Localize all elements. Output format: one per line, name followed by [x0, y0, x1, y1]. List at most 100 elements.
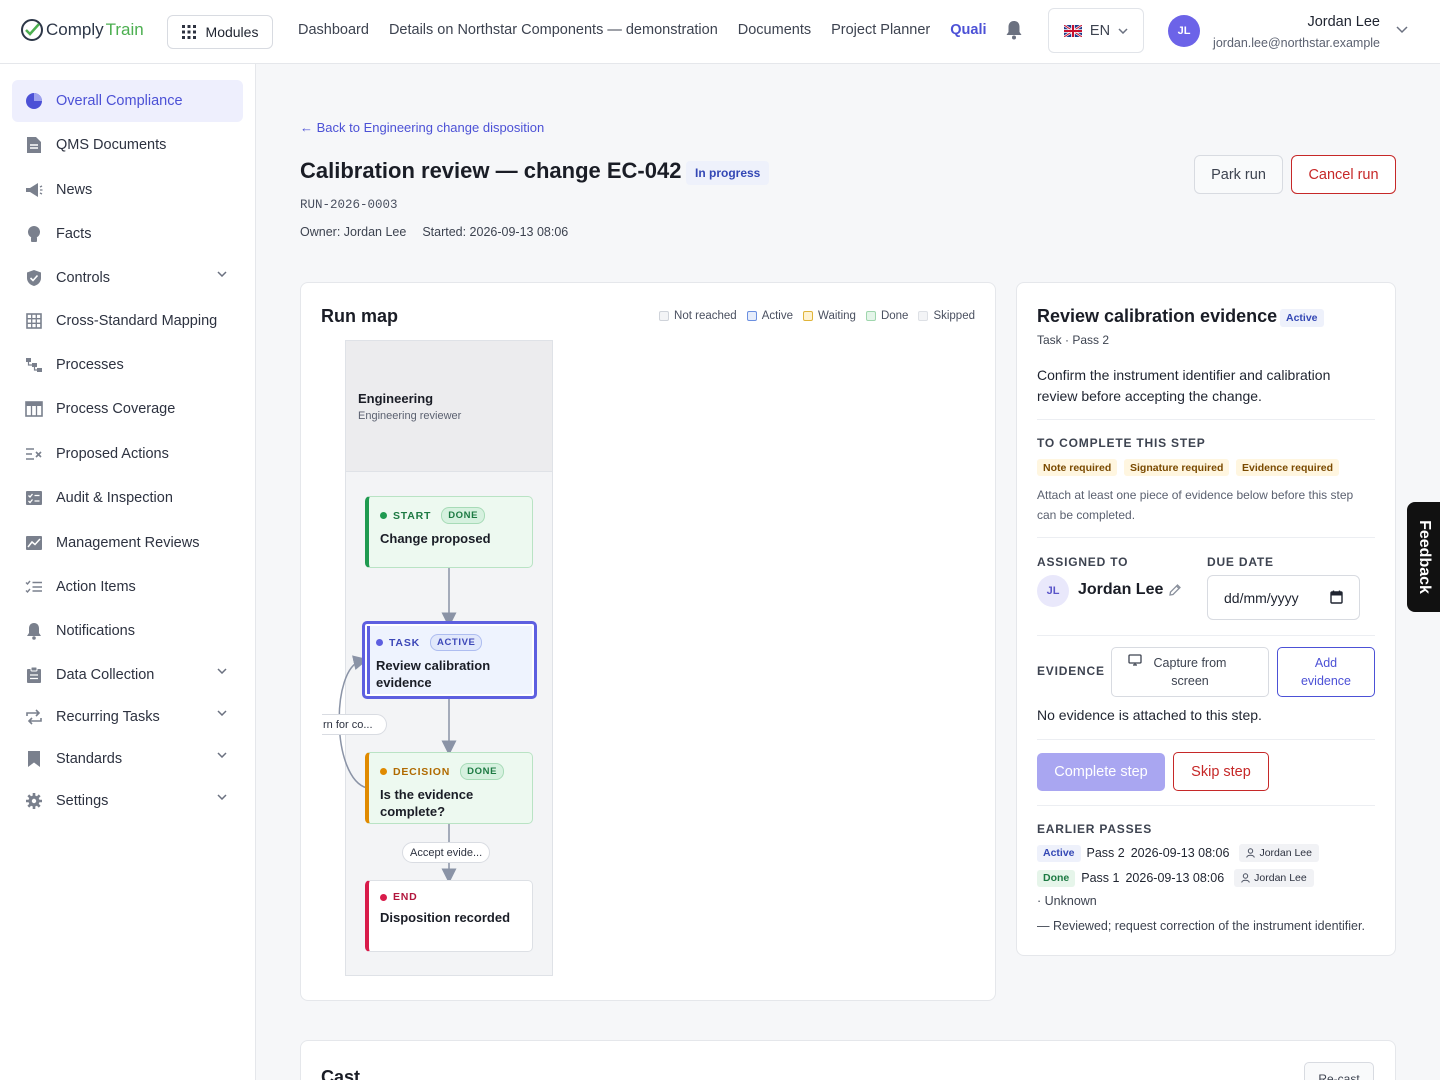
language-label: EN: [1089, 22, 1111, 39]
no-evidence-text: No evidence is attached to this step.: [1037, 707, 1262, 723]
uk-flag-icon: [1063, 24, 1082, 37]
to-complete-heading: TO COMPLETE THIS STEP: [1037, 436, 1206, 450]
pass-user-name: Jordan Lee: [1259, 847, 1312, 859]
calendar-icon[interactable]: [1330, 590, 1343, 604]
sidebar-item-settings[interactable]: Settings: [12, 780, 243, 822]
list-x-icon: [24, 444, 44, 464]
node-status-dot: [380, 512, 387, 519]
feedback-tab[interactable]: Feedback: [1407, 502, 1440, 612]
sidebar-item-label: Overall Compliance: [56, 93, 183, 109]
sidebar-item-process-coverage[interactable]: Process Coverage: [12, 388, 243, 430]
sidebar-item-recurring-tasks[interactable]: Recurring Tasks: [12, 696, 243, 738]
add-evidence-button[interactable]: Add evidence: [1277, 647, 1375, 697]
sidebar-item-label: Controls: [56, 270, 110, 286]
node-label: Review calibration evidence: [376, 658, 491, 690]
pass-time: 2026-09-13 08:06: [1125, 871, 1225, 885]
nav-project-details[interactable]: Details on Northstar Components — demons…: [389, 22, 718, 38]
sidebar-item-label: Standards: [56, 751, 123, 767]
node-kind-label: TASK: [389, 636, 421, 649]
sidebar-item-label: QMS Documents: [56, 137, 167, 153]
step-detail-card: Review calibration evidence Active Task …: [1016, 282, 1396, 956]
complete-step-button[interactable]: Complete step: [1037, 753, 1165, 791]
legend-label: Skipped: [933, 310, 975, 322]
flow-node-end[interactable]: END Disposition recorded: [365, 880, 533, 952]
sidebar-item-news[interactable]: News: [12, 169, 243, 211]
modules-button[interactable]: Modules: [167, 15, 273, 49]
flow-node-decision[interactable]: DECISION DONE Is the evidence complete?: [365, 752, 533, 824]
flow-node-start[interactable]: START DONE Change proposed: [365, 496, 533, 568]
legend-label: Active: [761, 310, 794, 322]
pass-number: Pass 1: [1081, 871, 1120, 885]
assignee-name: Jordan Lee: [1078, 581, 1164, 598]
sidebar-item-standards[interactable]: Standards: [12, 738, 243, 780]
sidebar-item-cross-standard-mapping[interactable]: Cross-Standard Mapping: [12, 300, 243, 342]
sidebar-item-controls[interactable]: Controls: [12, 257, 243, 299]
node-kind: TASK ACTIVE: [376, 634, 524, 651]
node-status-dot: [376, 639, 383, 646]
logo-text-part1: Comply: [46, 20, 104, 39]
sidebar-item-notifications[interactable]: Notifications: [12, 610, 243, 652]
notification-bell-icon[interactable]: [1005, 20, 1023, 40]
sidebar-item-label: News: [56, 182, 93, 198]
requirement-note: Attach at least one piece of evidence be…: [1037, 488, 1354, 522]
due-date-input[interactable]: dd/mm/yyyy: [1207, 575, 1360, 620]
edge-label-return[interactable]: rn for co...: [322, 714, 387, 735]
logo-check-icon: [21, 19, 43, 41]
sidebar-item-management-reviews[interactable]: Management Reviews: [12, 522, 243, 564]
sidebar-item-qms-documents[interactable]: QMS Documents: [12, 124, 243, 166]
recast-button[interactable]: Re-cast: [1304, 1062, 1374, 1080]
user-avatar[interactable]: JL: [1168, 15, 1200, 47]
legend-skipped: Skipped: [918, 310, 975, 322]
node-status-dot: [380, 768, 387, 775]
skip-step-button[interactable]: Skip step: [1173, 752, 1269, 791]
sidebar-item-label: Process Coverage: [56, 401, 176, 417]
flow-icon: [24, 355, 44, 375]
legend-label: Not reached: [674, 310, 737, 322]
table-icon: [24, 399, 44, 419]
pass-comment: — Reviewed; request correction of the in…: [1037, 919, 1365, 933]
nav-dashboard[interactable]: Dashboard: [298, 22, 369, 38]
park-run-button[interactable]: Park run: [1194, 155, 1283, 194]
nav-quality[interactable]: Quali: [950, 22, 986, 38]
sidebar-item-overall-compliance[interactable]: Overall Compliance: [12, 80, 243, 122]
legend-label: Waiting: [818, 310, 856, 322]
pencil-icon[interactable]: [1168, 583, 1182, 597]
user-menu-chevron-icon[interactable]: [1396, 26, 1408, 34]
user-email: jordan.lee@northstar.example: [1213, 36, 1380, 50]
sidebar-item-label: Action Items: [56, 579, 136, 595]
chevron-down-icon: [217, 668, 227, 674]
cast-card: Cast Re-cast: [300, 1040, 1396, 1080]
node-status-pill: DONE: [441, 507, 486, 524]
language-select[interactable]: EN: [1048, 8, 1144, 53]
capture-from-screen-button[interactable]: Capture from screen: [1111, 647, 1269, 697]
node-label: Disposition recorded: [380, 910, 511, 925]
assigned-to-heading: ASSIGNED TO: [1037, 555, 1129, 569]
assignee-avatar: JL: [1037, 575, 1069, 607]
flow-node-task-active[interactable]: TASK ACTIVE Review calibration evidence: [362, 621, 537, 699]
sidebar-item-data-collection[interactable]: Data Collection: [12, 654, 243, 696]
cancel-run-button[interactable]: Cancel run: [1291, 155, 1396, 194]
legend-not-reached: Not reached: [659, 310, 737, 322]
sidebar-item-action-items[interactable]: Action Items: [12, 566, 243, 608]
megaphone-icon: [24, 180, 44, 200]
back-link[interactable]: ← Back to Engineering change disposition: [300, 120, 544, 135]
pass-row: Done Pass 1 2026-09-13 08:06 Jordan Lee: [1037, 869, 1314, 887]
sidebar-item-processes[interactable]: Processes: [12, 344, 243, 386]
sidebar-item-facts[interactable]: Facts: [12, 213, 243, 255]
logo[interactable]: Comply Train: [20, 18, 144, 42]
legend-swatch: [803, 311, 814, 321]
legend-swatch: [659, 311, 670, 321]
divider: [1037, 739, 1375, 740]
legend-swatch: [865, 311, 876, 321]
nav-documents[interactable]: Documents: [738, 22, 811, 38]
user-name[interactable]: Jordan Lee: [1307, 14, 1380, 30]
sidebar-item-proposed-actions[interactable]: Proposed Actions: [12, 433, 243, 475]
edge-label-accept[interactable]: Accept evide...: [402, 842, 491, 863]
tasks-icon: [24, 577, 44, 597]
requirement-evidence-pill: Evidence required: [1236, 459, 1340, 476]
page-title: Calibration review — change EC-042: [300, 158, 682, 183]
swimlane-subtitle: Engineering reviewer: [358, 410, 462, 422]
run-map-title: Run map: [321, 306, 399, 326]
sidebar-item-audit-inspection[interactable]: Audit & Inspection: [12, 477, 243, 519]
nav-project-planner[interactable]: Project Planner: [831, 22, 930, 38]
